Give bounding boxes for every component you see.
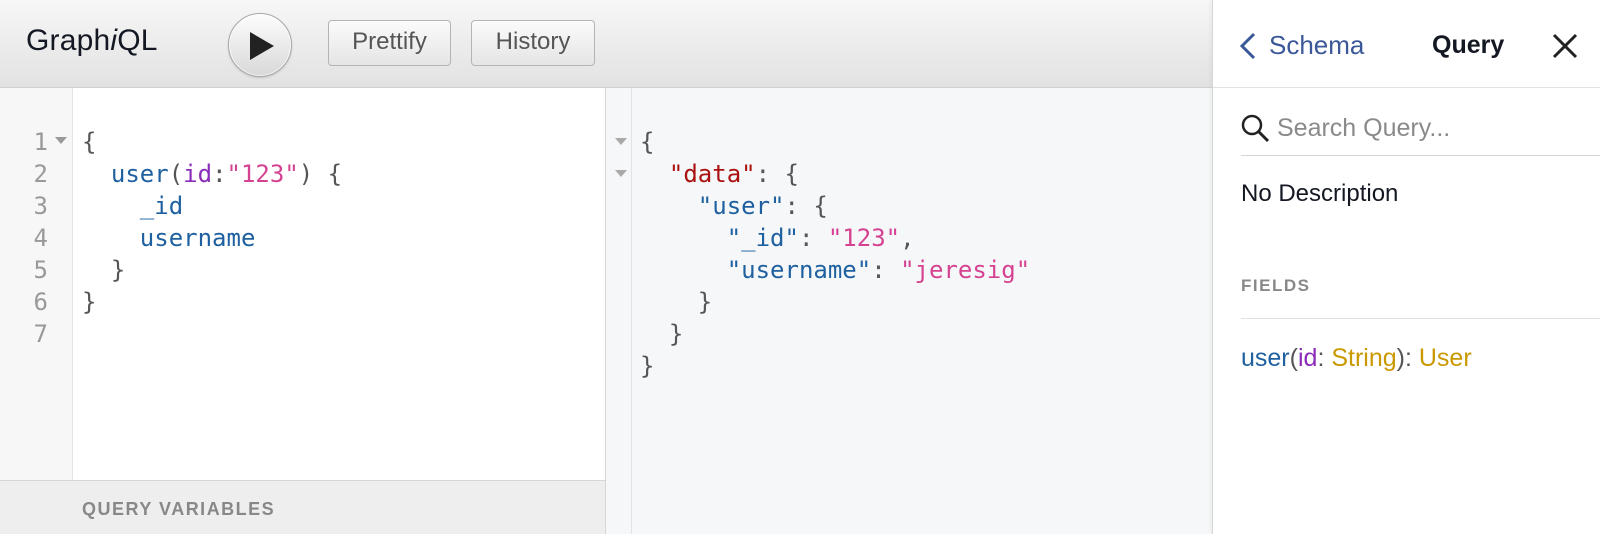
line-number: 7 xyxy=(33,320,48,348)
result-line: "user": { xyxy=(640,190,1030,222)
code-token-punc xyxy=(640,224,727,252)
code-token-prop: "user" xyxy=(697,192,785,220)
query-line: _id xyxy=(82,190,342,222)
search-icon xyxy=(1241,114,1270,143)
line-number: 6 xyxy=(33,288,48,316)
code-token-punc: } xyxy=(640,288,713,316)
code-token-prop: "username" xyxy=(726,256,872,284)
code-token-punc: : xyxy=(212,160,227,188)
query-line: } xyxy=(82,286,342,318)
argument-type-link[interactable]: String xyxy=(1331,344,1396,372)
code-token-punc: } xyxy=(82,288,97,316)
code-token-punc: ( xyxy=(168,160,184,188)
query-editor[interactable]: 1 2 3 4 5 6 7 { user(id:"123") { _id username … xyxy=(0,88,606,534)
code-token-punc xyxy=(82,224,140,252)
docs-header: Schema Query xyxy=(1213,0,1600,88)
graphiql-app: GraphiQL Prettify History 1 2 3 4 5 6 7 { user… xyxy=(0,0,1212,534)
documentation-explorer: Schema Query No Description FIELDS user(… xyxy=(1212,0,1600,534)
fold-toggle-icon[interactable] xyxy=(615,138,627,145)
line-number: 5 xyxy=(33,256,48,284)
code-token-punc: ) { xyxy=(298,160,343,188)
code-token-punc xyxy=(82,160,111,188)
code-token-punc: } xyxy=(640,352,655,380)
line-number: 2 xyxy=(33,160,48,188)
code-token-arg: id xyxy=(183,160,213,188)
play-icon xyxy=(250,32,274,60)
line-number-gutter: 1 2 3 4 5 6 7 xyxy=(0,88,73,480)
code-token-punc: } xyxy=(640,320,684,348)
back-label: Schema xyxy=(1269,30,1365,60)
line-number: 1 xyxy=(33,128,48,156)
fold-toggle-icon[interactable] xyxy=(615,170,627,177)
code-token-field: user xyxy=(110,160,169,188)
code-token-punc: { xyxy=(640,128,655,156)
code-token-punc: } xyxy=(82,256,126,284)
chevron-left-icon xyxy=(1239,32,1256,60)
code-token-punc xyxy=(82,192,140,220)
result-line: "_id": "123", xyxy=(640,222,1030,254)
field-name-link[interactable]: user xyxy=(1241,344,1290,372)
result-line: "data": { xyxy=(640,158,1030,190)
code-token-field: username xyxy=(139,224,256,252)
divider xyxy=(1241,318,1600,319)
result-line: } xyxy=(640,318,1030,350)
graphiql-logo: GraphiQL xyxy=(26,24,158,57)
query-line: } xyxy=(82,254,342,286)
result-line: "username": "jeresig" xyxy=(640,254,1030,286)
result-line: } xyxy=(640,350,1030,382)
code-token-punc xyxy=(640,160,669,188)
type-description: No Description xyxy=(1241,180,1399,207)
docs-search xyxy=(1241,108,1600,156)
result-json: { "data": { "user": { "_id": "123", "use… xyxy=(640,126,1030,382)
line-number: 3 xyxy=(33,192,48,220)
query-line: user(id:"123") { xyxy=(82,158,342,190)
history-button[interactable]: History xyxy=(471,20,595,66)
docs-title: Query xyxy=(1432,31,1505,59)
result-line: } xyxy=(640,286,1030,318)
result-line: { xyxy=(640,126,1030,158)
query-line xyxy=(82,318,342,350)
fold-toggle-icon[interactable] xyxy=(55,137,67,144)
execute-query-button[interactable] xyxy=(228,13,292,77)
query-line: username xyxy=(82,222,342,254)
code-token-punc: : { xyxy=(755,160,799,188)
result-viewer: { "data": { "user": { "_id": "123", "use… xyxy=(606,88,1212,534)
toolbar: GraphiQL Prettify History xyxy=(0,0,1212,88)
code-token-str: "jeresig" xyxy=(900,256,1031,284)
code-token-punc: : xyxy=(871,256,901,284)
line-numbers: 1 2 3 4 5 6 7 xyxy=(0,126,48,350)
code-token-prop: "_id" xyxy=(726,224,799,252)
code-token-str: "123" xyxy=(827,224,901,252)
code-token-punc: , xyxy=(900,224,915,252)
search-input[interactable] xyxy=(1277,108,1597,148)
code-token-field: _id xyxy=(139,192,184,220)
query-variables-title: QUERY VARIABLES xyxy=(82,499,276,519)
code-token-punc xyxy=(640,256,727,284)
prettify-button[interactable]: Prettify xyxy=(328,20,451,66)
return-type-link[interactable]: User xyxy=(1419,344,1472,372)
line-number: 4 xyxy=(33,224,48,252)
code-token-str: "123" xyxy=(226,160,299,188)
code-token-punc: : xyxy=(798,224,828,252)
field-user: user(id: String): User xyxy=(1241,344,1472,372)
close-icon[interactable] xyxy=(1551,32,1579,60)
fields-section-title: FIELDS xyxy=(1241,276,1311,295)
query-line: { xyxy=(82,126,342,158)
query-variables-toggle[interactable]: QUERY VARIABLES xyxy=(0,480,605,534)
code-token-punc: : { xyxy=(784,192,828,220)
code-token-punc: { xyxy=(82,128,97,156)
argument-name: id xyxy=(1297,344,1318,372)
code-token-key: "data" xyxy=(668,160,756,188)
query-text[interactable]: { user(id:"123") { _id username }} xyxy=(82,126,342,350)
result-gutter xyxy=(606,88,632,534)
code-token-punc xyxy=(640,192,698,220)
